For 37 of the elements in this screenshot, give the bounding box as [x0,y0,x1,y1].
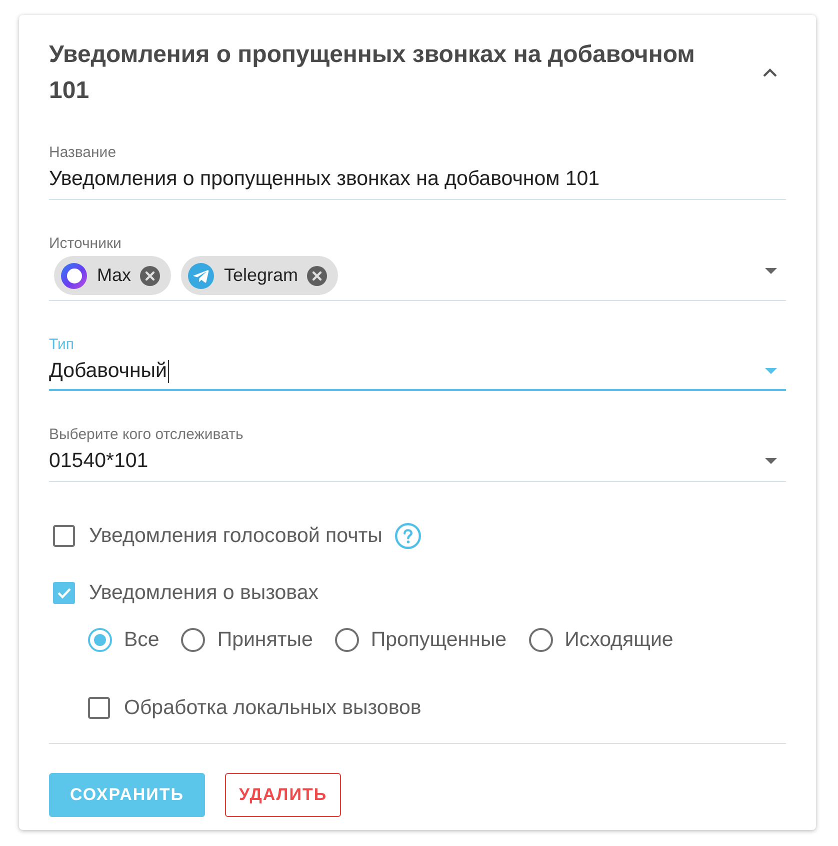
checkbox[interactable] [53,582,75,604]
select-field[interactable]: Выберите кого отслеживать 01540*101 [49,427,786,482]
radio-label: Принятые [217,628,313,652]
dropdown-arrow-icon[interactable] [765,268,777,274]
checkbox-label: Уведомления голосовой почты [89,524,382,548]
field-label: Выберите кого отслеживать [49,427,244,443]
field-value: Добавочный [49,358,167,384]
checkbox-label: Обработка локальных вызовов [124,696,422,720]
field-label: Тип [49,337,74,353]
radio-label: Исходящие [564,628,674,652]
radio-button[interactable] [88,628,112,652]
delete-button[interactable]: УДАЛИТЬ [225,773,342,817]
radio-button[interactable] [181,628,206,652]
text-cursor-icon [168,360,169,382]
checkbox-label: Уведомления о вызовах [89,581,318,605]
checkbox[interactable] [88,697,110,719]
card-title: Уведомления о пропущенных звонках на добавочном 101 [49,40,696,106]
close-icon[interactable] [140,266,160,286]
select-field[interactable]: Тип Добавочный [49,337,786,391]
chevron-up-icon[interactable] [762,68,778,78]
checkbox[interactable] [53,525,75,547]
field-label: Источники [49,236,122,252]
source-chip[interactable]: Telegram [181,256,338,295]
dropdown-arrow-icon[interactable] [765,458,777,464]
radio-button[interactable] [334,628,359,652]
chip-select-field[interactable]: Источники Max Telegram [49,236,786,301]
radio-label: Пропущенные [370,628,507,652]
radio-button[interactable] [528,628,553,652]
field-value: 01540*101 [49,448,148,474]
field-value: Уведомления о пропущенных звонках на добавочном 101 [49,166,600,192]
ring-logo-icon [60,262,88,290]
source-chip[interactable]: Max [54,256,172,295]
close-icon[interactable] [307,266,328,286]
radio-label: Все [124,628,160,652]
field-label: Название [49,145,116,161]
paper-plane-icon [187,262,216,290]
text-field[interactable]: Название Уведомления о пропущенных звонках на добавочном 101 [49,145,786,200]
